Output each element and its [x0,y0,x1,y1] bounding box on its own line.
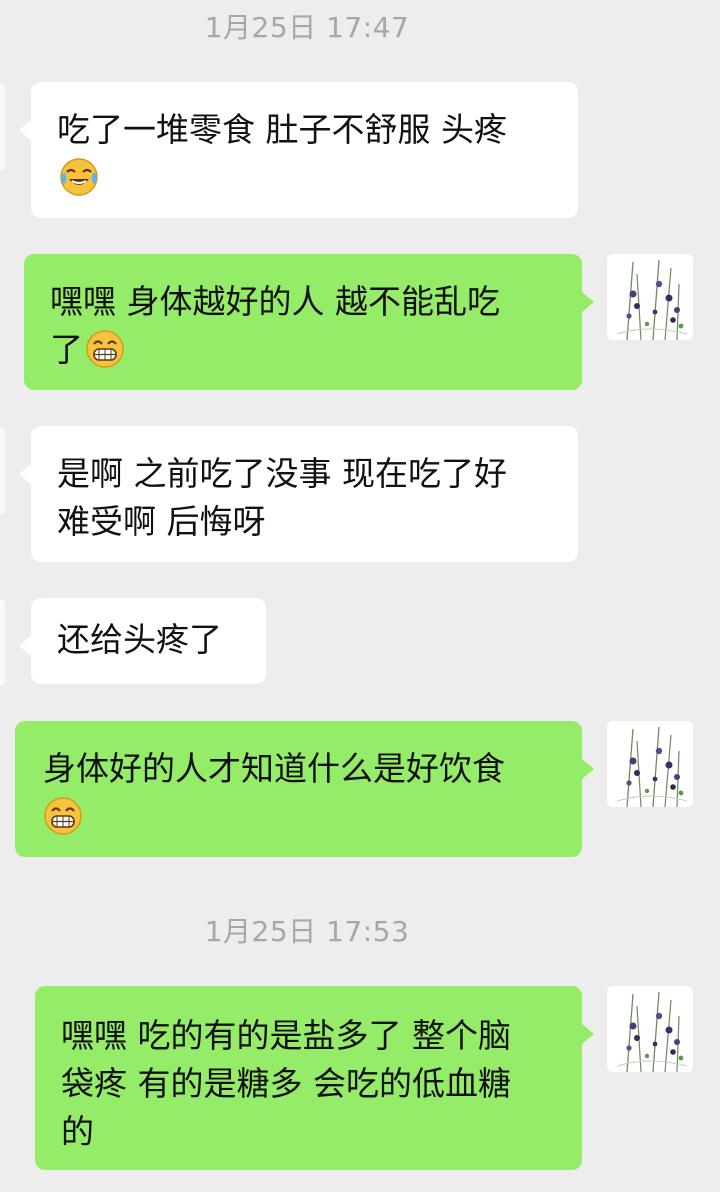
message-bubble-received[interactable]: 还给头疼了 [19,598,266,684]
message-text: 嘿嘿 身体越好的人 越不能乱吃 [50,282,500,321]
flower-avatar-icon [607,986,693,1072]
message-text: 吃了一堆零食 肚子不舒服 头疼 [57,110,507,149]
grin-emoji-icon [85,329,125,369]
self-avatar[interactable] [607,986,693,1072]
contact-avatar[interactable] [0,84,5,170]
message-text: 的 [61,1112,94,1151]
message-text: 身体好的人才知道什么是好饮食 [43,749,505,788]
message-text: 是啊 之前吃了没事 现在吃了好 [57,454,507,493]
contact-avatar[interactable] [0,428,5,514]
message-text: 还给头疼了 [57,620,222,659]
grin-emoji-icon [43,796,83,836]
message-text: 嘿嘿 吃的有的是盐多了 整个脑 [61,1016,511,1055]
tears-of-joy-emoji-icon [59,157,99,197]
message-bubble-sent[interactable]: 嘿嘿 身体越好的人 越不能乱吃 了 [24,254,594,390]
message-text: 难受啊 后悔呀 [57,502,266,541]
self-avatar[interactable] [607,254,693,340]
message-bubble-received[interactable]: 吃了一堆零食 肚子不舒服 头疼 [19,82,578,218]
message-bubble-sent[interactable]: 身体好的人才知道什么是好饮食 [15,721,594,857]
flower-avatar-icon [607,721,693,807]
message-bubble-received[interactable]: 是啊 之前吃了没事 现在吃了好 难受啊 后悔呀 [19,426,578,562]
message-text: 袋疼 有的是糖多 会吃的低血糖 [61,1064,511,1103]
chat-window: 1月25日 17:47 吃了一堆零食 肚子不舒服 头疼 嘿嘿 身体越好的人 越不… [0,0,720,1192]
message-bubble-sent[interactable]: 嘿嘿 吃的有的是盐多了 整个脑 袋疼 有的是糖多 会吃的低血糖 的 [35,986,594,1170]
self-avatar[interactable] [607,721,693,807]
timestamp: 1月25日 17:47 [204,11,410,44]
message-text: 了 [50,330,83,369]
timestamp: 1月25日 17:53 [204,915,410,948]
contact-avatar[interactable] [0,600,5,686]
flower-avatar-icon [607,254,693,340]
